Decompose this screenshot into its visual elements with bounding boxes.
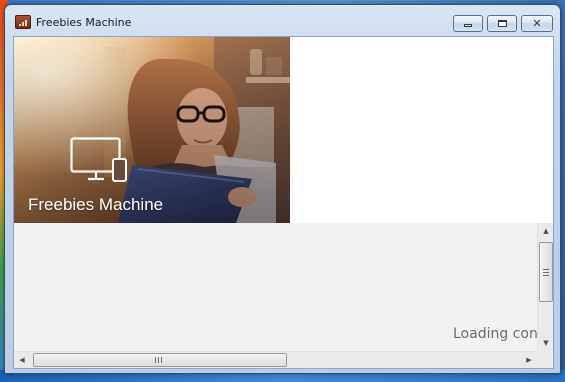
hero-banner: Freebies Machine (14, 37, 290, 223)
app-window: Freebies Machine ✕ Freebies Machine Load… (4, 4, 561, 374)
app-icon[interactable] (15, 15, 31, 29)
maximize-icon (498, 20, 507, 27)
close-button[interactable]: ✕ (521, 15, 553, 32)
horizontal-scrollbar[interactable]: ◀ ▶ (14, 351, 537, 368)
close-icon: ✕ (532, 17, 542, 30)
vertical-scrollbar[interactable]: ▲ ▼ (537, 223, 553, 351)
content-area: Loading content... (14, 223, 537, 351)
scrollbar-corner (537, 351, 553, 368)
client-area: Freebies Machine Loading content... ▲ ▼ … (13, 36, 554, 369)
scroll-up-icon[interactable]: ▲ (538, 223, 553, 239)
horizontal-scroll-thumb[interactable] (33, 353, 287, 367)
title-bar[interactable]: Freebies Machine ✕ (5, 5, 560, 35)
grip-icon (155, 357, 162, 363)
scroll-left-icon[interactable]: ◀ (14, 352, 30, 368)
loading-text: Loading content... (453, 326, 537, 342)
minimize-button[interactable] (453, 15, 483, 32)
minimize-icon (464, 24, 472, 27)
scroll-right-icon[interactable]: ▶ (521, 352, 537, 368)
window-title: Freebies Machine (36, 16, 132, 29)
monitor-icon (70, 137, 127, 182)
vertical-scroll-thumb[interactable] (539, 242, 553, 302)
scroll-down-icon[interactable]: ▼ (538, 335, 553, 351)
maximize-button[interactable] (487, 15, 517, 32)
hero-label: Freebies Machine (28, 195, 164, 214)
grip-icon (543, 269, 549, 276)
